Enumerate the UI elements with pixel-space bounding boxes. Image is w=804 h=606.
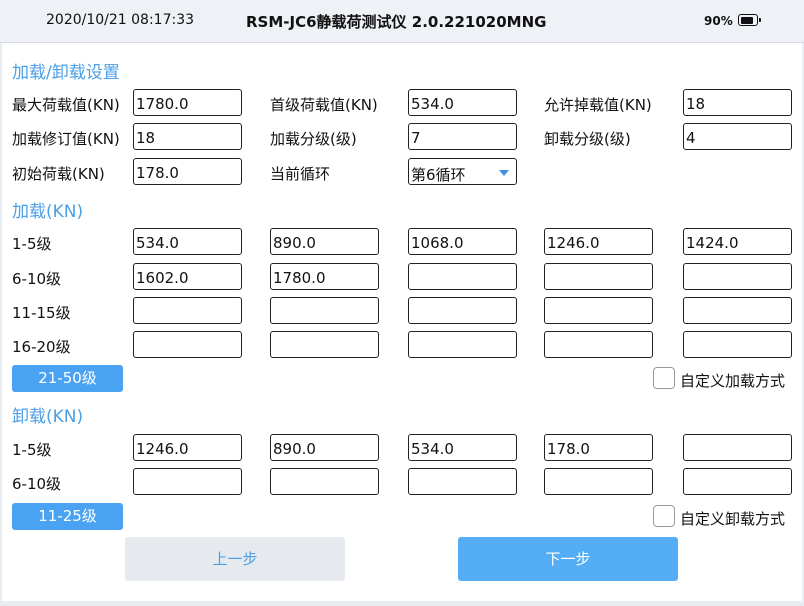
loading-row-label: 11-15级 xyxy=(12,304,71,322)
load-correction-field[interactable]: 18 xyxy=(133,123,242,150)
loading-step-field[interactable] xyxy=(133,297,242,324)
unloading-step-field[interactable] xyxy=(408,468,517,495)
loading-step-field[interactable]: 534.0 xyxy=(133,228,242,255)
unloading-more-steps-button[interactable]: 11-25级 xyxy=(12,503,123,530)
loading-step-field[interactable] xyxy=(270,331,379,358)
dropdown-arrow-icon xyxy=(499,170,509,176)
loading-section-title: 加载(KN) xyxy=(12,202,84,222)
loading-row-label: 6-10级 xyxy=(12,270,62,288)
max-load-label: 最大荷载值(KN) xyxy=(12,96,120,114)
status-bar: 2020/10/21 08:17:33 RSM-JC6静载荷测试仪 2.0.22… xyxy=(0,0,804,43)
unloading-step-field[interactable] xyxy=(683,468,792,495)
max-load-field[interactable]: 1780.0 xyxy=(133,89,242,116)
current-cycle-label: 当前循环 xyxy=(270,165,331,183)
initial-load-label: 初始荷载(KN) xyxy=(12,165,105,183)
loading-step-field[interactable] xyxy=(544,297,653,324)
unload-steps-label: 卸载分级(级) xyxy=(544,130,631,148)
loading-more-steps-button[interactable]: 21-50级 xyxy=(12,365,123,392)
loading-step-field[interactable] xyxy=(683,297,792,324)
battery-percent: 90% xyxy=(704,14,733,28)
loading-row-label: 1-5级 xyxy=(12,235,52,253)
loading-step-field[interactable]: 1424.0 xyxy=(683,228,792,255)
loading-step-field[interactable] xyxy=(408,263,517,290)
initial-load-field[interactable]: 178.0 xyxy=(133,158,242,185)
unloading-row-label: 1-5级 xyxy=(12,441,52,459)
first-load-field[interactable]: 534.0 xyxy=(408,89,517,116)
next-step-button[interactable]: 下一步 xyxy=(458,537,678,581)
loading-step-field[interactable] xyxy=(133,331,242,358)
custom-unloading-checkbox[interactable] xyxy=(653,505,675,527)
unloading-step-field[interactable]: 1246.0 xyxy=(133,434,242,461)
unloading-step-field[interactable] xyxy=(133,468,242,495)
settings-section-title: 加载/卸载设置 xyxy=(12,63,120,83)
custom-unloading-label: 自定义卸载方式 xyxy=(680,510,786,528)
loading-step-field[interactable] xyxy=(683,331,792,358)
unloading-section-title: 卸载(KN) xyxy=(12,407,84,427)
app-title: RSM-JC6静载荷测试仪 2.0.221020MNG xyxy=(246,13,547,31)
unloading-step-field[interactable]: 178.0 xyxy=(544,434,653,461)
unloading-step-field[interactable] xyxy=(270,468,379,495)
custom-loading-checkbox[interactable] xyxy=(653,367,675,389)
allowed-drop-label: 允许掉载值(KN) xyxy=(544,96,652,114)
loading-step-field[interactable] xyxy=(408,331,517,358)
loading-step-field[interactable] xyxy=(544,331,653,358)
loading-step-field[interactable]: 1246.0 xyxy=(544,228,653,255)
loading-step-field[interactable]: 890.0 xyxy=(270,228,379,255)
load-steps-label: 加载分级(级) xyxy=(270,130,357,148)
loading-step-field[interactable]: 1780.0 xyxy=(270,263,379,290)
loading-step-field[interactable] xyxy=(544,263,653,290)
custom-loading-label: 自定义加载方式 xyxy=(680,372,786,390)
datetime: 2020/10/21 08:17:33 xyxy=(46,12,195,28)
unloading-step-field[interactable] xyxy=(544,468,653,495)
battery-icon xyxy=(738,14,761,26)
allowed-drop-field[interactable]: 18 xyxy=(683,89,792,116)
load-correction-label: 加载修订值(KN) xyxy=(12,130,120,148)
current-cycle-value: 第6循环 xyxy=(411,166,466,184)
loading-row-label: 16-20级 xyxy=(12,338,71,356)
unloading-step-field[interactable]: 534.0 xyxy=(408,434,517,461)
unload-steps-field[interactable]: 4 xyxy=(683,123,792,150)
main-panel: 加载/卸载设置 最大荷载值(KN) 1780.0 首级荷载值(KN) 534.0… xyxy=(2,43,802,601)
loading-step-field[interactable] xyxy=(683,263,792,290)
prev-step-button[interactable]: 上一步 xyxy=(125,537,345,581)
loading-step-field[interactable] xyxy=(270,297,379,324)
loading-step-field[interactable] xyxy=(408,297,517,324)
first-load-label: 首级荷载值(KN) xyxy=(270,96,378,114)
current-cycle-select[interactable]: 第6循环 xyxy=(408,158,517,185)
unloading-step-field[interactable] xyxy=(683,434,792,461)
unloading-step-field[interactable]: 890.0 xyxy=(270,434,379,461)
unloading-row-label: 6-10级 xyxy=(12,475,62,493)
load-steps-field[interactable]: 7 xyxy=(408,123,517,150)
loading-step-field[interactable]: 1602.0 xyxy=(133,263,242,290)
loading-step-field[interactable]: 1068.0 xyxy=(408,228,517,255)
